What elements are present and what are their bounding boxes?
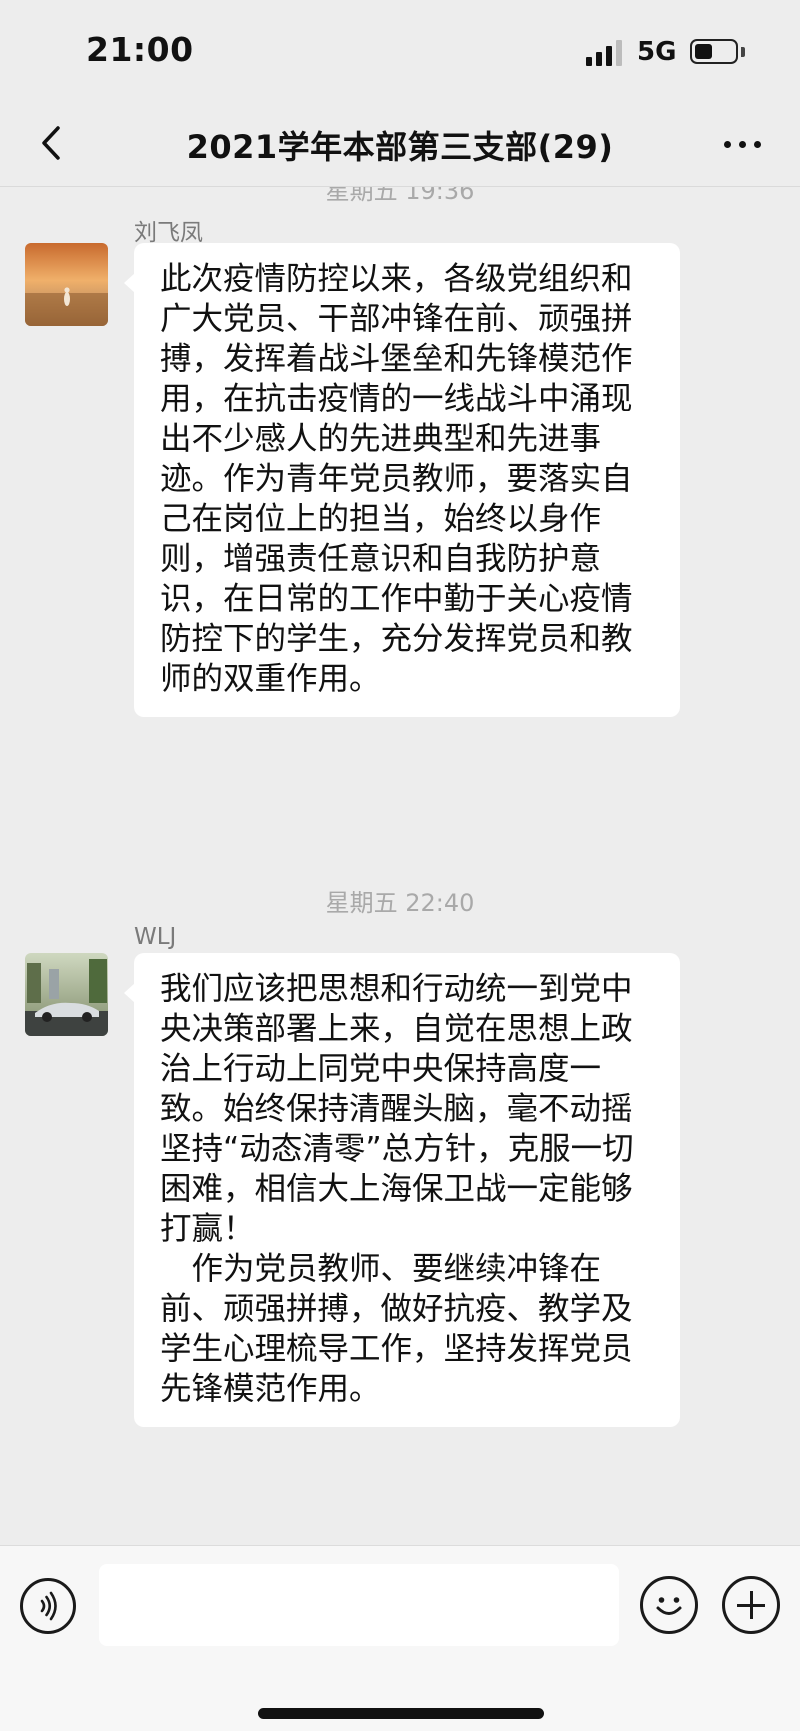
chat-screen: 21:00 5G 2021学年本部第三支部(29) 星期五 19:36 刘飞凤 … <box>0 0 800 1731</box>
nav-bar: 2021学年本部第三支部(29) <box>0 100 800 187</box>
message-list[interactable]: 星期五 19:36 刘飞凤 此次疫情防控以来，各级党组织和广大党员、干部冲锋在前… <box>0 187 800 1545</box>
battery-cap <box>741 47 745 57</box>
home-indicator[interactable] <box>258 1708 544 1719</box>
status-bar: 21:00 5G <box>0 0 800 100</box>
battery-icon <box>690 39 738 64</box>
emoji-icon[interactable] <box>640 1576 698 1634</box>
status-time: 21:00 <box>86 30 194 69</box>
timestamp: 星期五 19:36 <box>325 187 475 205</box>
timestamp: 星期五 22:40 <box>325 889 475 917</box>
sender-name: 刘飞凤 <box>134 220 203 246</box>
battery-fill <box>695 44 712 59</box>
message-bubble[interactable]: 我们应该把思想和行动统一到党中央决策部署上来，自觉在思想上政治上行动上同党中央保… <box>124 953 680 1427</box>
message-input[interactable] <box>99 1564 619 1646</box>
voice-icon[interactable] <box>20 1578 76 1634</box>
chat-title: 2021学年本部第三支部(29) <box>186 128 614 166</box>
signal-icon <box>586 40 624 66</box>
sender-name: WLJ <box>134 924 177 950</box>
network-label: 5G <box>637 37 677 67</box>
more-icon[interactable] <box>712 118 772 168</box>
input-bar <box>0 1545 800 1731</box>
plus-icon[interactable] <box>722 1576 780 1634</box>
message-bubble[interactable]: 此次疫情防控以来，各级党组织和广大党员、干部冲锋在前、顽强拼搏，发挥着战斗堡垒和… <box>124 243 680 717</box>
sunset-field-avatar-icon[interactable] <box>25 243 108 326</box>
sports-car-avatar-icon[interactable] <box>25 953 108 1036</box>
